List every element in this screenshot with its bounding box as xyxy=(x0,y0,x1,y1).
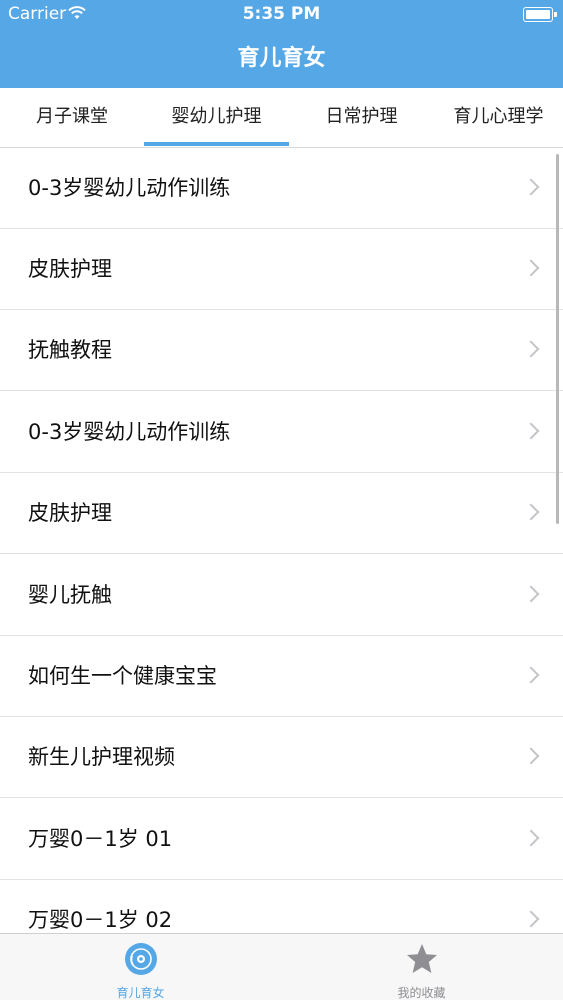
tabbar-item-parenting[interactable]: 育儿育女 xyxy=(0,934,281,1000)
tab-bar: 育儿育女 我的收藏 xyxy=(0,933,563,1000)
selected-tab-indicator xyxy=(144,142,289,146)
list-item-label: 皮肤护理 xyxy=(28,501,112,525)
list-item-label: 万婴0－1岁 02 xyxy=(28,908,173,932)
tabbar-item-favorites[interactable]: 我的收藏 xyxy=(281,934,562,1000)
chevron-right-icon xyxy=(522,259,540,277)
list-item[interactable]: 婴儿抚触 xyxy=(0,555,563,636)
list-item-label: 新生儿护理视频 xyxy=(28,745,175,769)
list-item-label: 抚触教程 xyxy=(28,338,112,362)
page-title: 育儿育女 xyxy=(237,46,326,71)
chevron-right-icon xyxy=(522,666,540,684)
tabbar-label-favorites: 我的收藏 xyxy=(397,986,446,1000)
status-time: 5:35 PM xyxy=(242,4,321,24)
tab-yuezi-classroom[interactable]: 月子课堂 xyxy=(0,88,144,147)
article-list[interactable]: 0-3岁婴幼儿动作训练 皮肤护理 抚触教程 0-3岁婴幼儿动作训练 皮肤护理 婴… xyxy=(0,148,563,933)
list-item-label: 0-3岁婴幼儿动作训练 xyxy=(28,176,231,200)
list-item[interactable]: 新生儿护理视频 xyxy=(0,717,563,798)
list-item-label: 婴儿抚触 xyxy=(28,583,112,607)
tab-daily-care[interactable]: 日常护理 xyxy=(289,88,434,147)
list-item[interactable]: 万婴0－1岁 02 xyxy=(0,880,563,933)
chevron-right-icon xyxy=(522,585,540,603)
status-bar: Carrier 5:35 PM xyxy=(0,0,563,30)
chevron-right-icon xyxy=(522,829,540,847)
list-item[interactable]: 如何生一个健康宝宝 xyxy=(0,636,563,717)
disc-icon xyxy=(124,943,157,975)
list-item[interactable]: 抚触教程 xyxy=(0,310,563,391)
list-item-label: 皮肤护理 xyxy=(28,257,112,281)
scrollbar[interactable] xyxy=(556,154,559,524)
star-icon xyxy=(406,944,437,973)
category-tabs: 月子课堂 婴幼儿护理 日常护理 育儿心理学 xyxy=(0,88,563,148)
list-item[interactable]: 0-3岁婴幼儿动作训练 xyxy=(0,392,563,473)
chevron-right-icon xyxy=(522,422,540,440)
battery-icon xyxy=(523,7,557,22)
navigation-bar: Carrier 5:35 PM 育儿育女 xyxy=(0,0,563,88)
list-item-label: 万婴0－1岁 01 xyxy=(28,827,173,851)
tab-infant-care[interactable]: 婴幼儿护理 xyxy=(144,88,289,147)
list-item[interactable]: 皮肤护理 xyxy=(0,229,563,310)
list-item[interactable]: 0-3岁婴幼儿动作训练 xyxy=(0,148,563,229)
tabbar-label-parenting: 育儿育女 xyxy=(116,986,165,1000)
chevron-right-icon xyxy=(522,747,540,765)
chevron-right-icon xyxy=(522,340,540,358)
list-item[interactable]: 皮肤护理 xyxy=(0,473,563,554)
chevron-right-icon xyxy=(522,178,540,196)
list-item[interactable]: 万婴0－1岁 01 xyxy=(0,799,563,880)
list-item-label: 0-3岁婴幼儿动作训练 xyxy=(28,420,231,444)
chevron-right-icon xyxy=(522,503,540,521)
tab-parenting-psychology[interactable]: 育儿心理学 xyxy=(434,88,563,147)
list-item-label: 如何生一个健康宝宝 xyxy=(28,664,217,688)
chevron-right-icon xyxy=(522,910,540,928)
